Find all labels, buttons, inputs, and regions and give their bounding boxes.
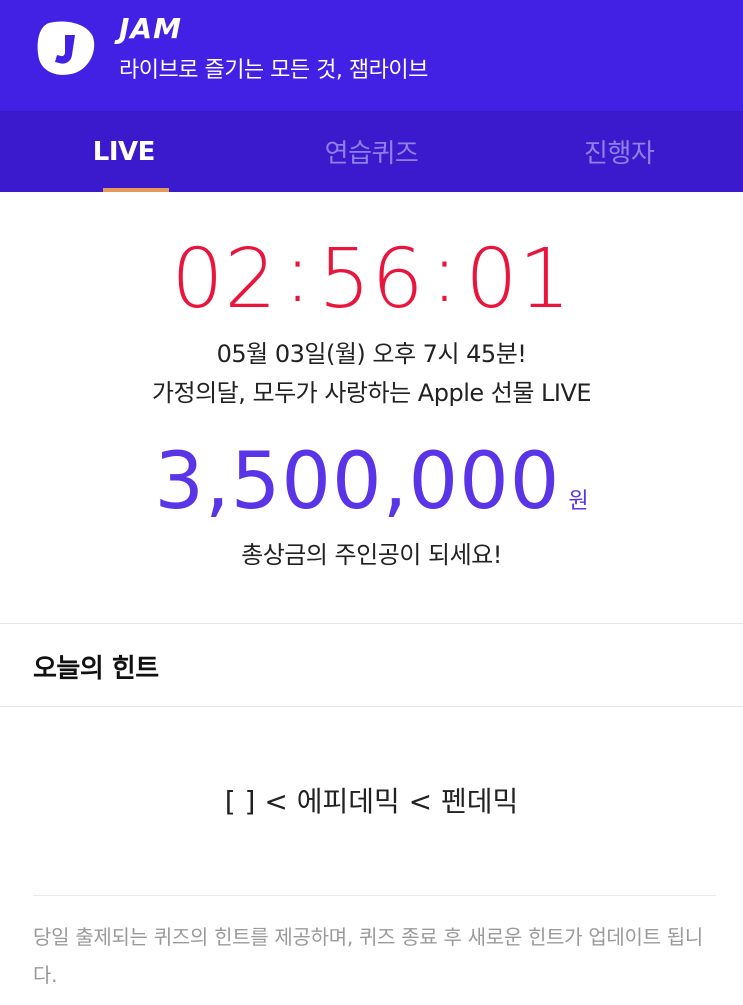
app-header: JAM 라이브로 즐기는 모든 것, 잼라이브: [0, 0, 743, 111]
tab-bar: LIVE 연습퀴즈 진행자: [0, 111, 743, 192]
hint-text: [ ] < 에피데믹 < 펜데믹: [224, 785, 519, 818]
prize-caption: 총상금의 주인공이 되세요!: [241, 541, 502, 569]
hint-divider: [33, 895, 716, 896]
event-title: 가정의달, 모두가 사랑하는 Apple 선물 LIVE: [151, 379, 592, 407]
jam-logo-icon[interactable]: [35, 17, 97, 79]
event-date: 05월 03일(월) 오후 7시 45분!: [216, 340, 527, 368]
countdown-hours: 02: [171, 232, 278, 327]
brand-tagline: 라이브로 즐기는 모든 것, 잼라이브: [119, 58, 428, 83]
prize-amount: 3,500,000: [154, 437, 561, 527]
prize-row: 3,500,000 원: [0, 432, 743, 532]
tab-live[interactable]: LIVE: [0, 111, 248, 192]
brand-name: JAM: [119, 12, 182, 45]
prize-unit: 원: [568, 489, 589, 514]
section-divider: [0, 623, 743, 624]
hint-heading: 오늘의 힌트: [33, 654, 159, 684]
tab-practice-quiz[interactable]: 연습퀴즈: [248, 111, 496, 192]
tab-host[interactable]: 진행자: [495, 111, 743, 192]
countdown-seconds: 01: [465, 232, 572, 327]
section-divider: [0, 706, 743, 707]
countdown-minutes: 56: [318, 232, 425, 327]
countdown-separator: :: [430, 226, 460, 321]
hint-note: 당일 출제되는 퀴즈의 힌트를 제공하며, 퀴즈 종료 후 새로운 힌트가 업데…: [33, 925, 703, 987]
countdown-timer: 02:56:01: [0, 226, 743, 328]
active-tab-indicator: [103, 188, 169, 192]
countdown-separator: :: [283, 226, 313, 321]
